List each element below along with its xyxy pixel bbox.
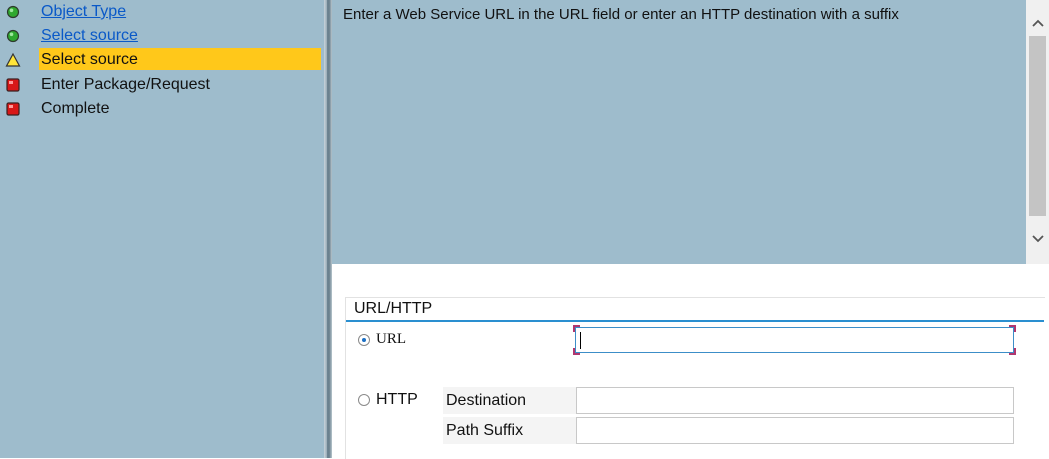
- url-input[interactable]: [576, 328, 1013, 352]
- url-radio-label[interactable]: URL: [376, 331, 406, 348]
- main-area: Enter a Web Service URL in the URL field…: [332, 0, 1049, 459]
- step-complete: Complete: [0, 97, 324, 121]
- scroll-down-icon[interactable]: [1026, 228, 1049, 248]
- step-object-type[interactable]: Object Type: [0, 0, 324, 24]
- scroll-thumb[interactable]: [1029, 36, 1046, 216]
- group-title: URL/HTTP: [354, 300, 433, 317]
- yellow-triangle-icon: [5, 52, 21, 68]
- destination-field[interactable]: [576, 387, 1014, 414]
- red-square-icon: [5, 101, 21, 117]
- step-select-source-current[interactable]: Select source: [0, 48, 324, 72]
- url-radio-button[interactable]: [358, 334, 370, 346]
- info-pane: Enter a Web Service URL in the URL field…: [332, 0, 1026, 264]
- step-select-source-done[interactable]: Select source: [0, 24, 324, 48]
- info-message: Enter a Web Service URL in the URL field…: [343, 6, 899, 23]
- url-field[interactable]: [573, 325, 1016, 355]
- http-radio-label[interactable]: HTTP: [376, 391, 418, 409]
- url-http-group: URL/HTTP URL HTTP Destination Path Suffi…: [345, 297, 1045, 459]
- red-square-icon: [5, 77, 21, 93]
- text-caret: [580, 332, 581, 349]
- path-suffix-input[interactable]: [577, 418, 1013, 443]
- step-label: Select source: [41, 51, 138, 68]
- step-label[interactable]: Select source: [41, 26, 138, 46]
- group-divider: [346, 320, 1044, 322]
- destination-label: Destination: [443, 387, 576, 414]
- green-circle-icon: [5, 4, 21, 20]
- roadmap-panel: Object Type Select source Select source …: [0, 0, 324, 458]
- green-circle-icon: [5, 28, 21, 44]
- info-scrollbar[interactable]: [1026, 0, 1049, 264]
- step-enter-package: Enter Package/Request: [0, 73, 324, 97]
- http-radio-button[interactable]: [358, 394, 370, 406]
- scroll-up-icon[interactable]: [1026, 12, 1049, 32]
- step-label: Complete: [41, 100, 110, 117]
- step-label: Enter Package/Request: [41, 76, 210, 93]
- destination-input[interactable]: [577, 388, 1013, 413]
- path-suffix-field[interactable]: [576, 417, 1014, 444]
- panel-splitter[interactable]: [324, 0, 332, 458]
- path-suffix-label: Path Suffix: [443, 417, 576, 444]
- step-label[interactable]: Object Type: [41, 2, 126, 22]
